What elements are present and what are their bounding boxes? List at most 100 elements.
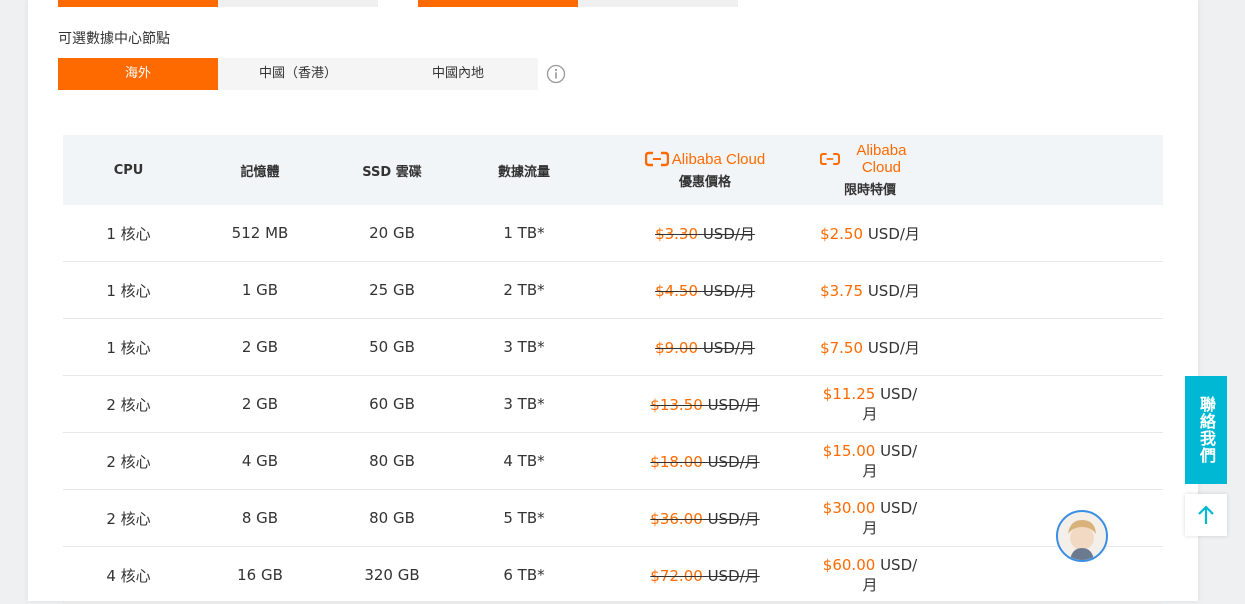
table-row: 1 核心 512 MB 20 GB 1 TB* $3.30 USD/月 $2.50 USD… [63, 205, 1163, 262]
cell-sale-price: $15.00 USD/月 [820, 442, 920, 481]
sale-price-amount: $7.50 [820, 338, 864, 357]
cell-original-price: $13.50 USD/月 [590, 394, 820, 415]
price-unit: USD/月 [707, 509, 760, 528]
price-unit: USD/月 [702, 224, 755, 243]
cell-ssd: 60 GB [369, 395, 415, 413]
cell-traffic: 2 TB* [503, 281, 545, 299]
alibaba-cloud-icon [644, 151, 669, 167]
cell-ssd: 50 GB [369, 338, 415, 356]
avatar-icon [1068, 520, 1096, 560]
cell-ssd: 80 GB [369, 509, 415, 527]
back-to-top-button[interactable] [1185, 494, 1227, 536]
cell-traffic: 3 TB* [503, 338, 545, 356]
cell-ssd: 80 GB [369, 452, 415, 470]
table-row: 1 核心 1 GB 25 GB 2 TB* $4.50 USD/月 $3.75 USD/月 [63, 262, 1163, 319]
cell-original-price: $72.00 USD/月 [590, 565, 820, 586]
cell-original-price: $18.00 USD/月 [590, 451, 820, 472]
cell-sale-price: $3.75 USD/月 [820, 280, 920, 301]
price-unit: USD/月 [707, 395, 760, 414]
alibaba-cloud-logo: Alibaba Cloud [644, 151, 765, 168]
cell-memory: 1 GB [241, 281, 279, 299]
original-price-amount: $4.50 [655, 281, 699, 300]
cell-traffic: 6 TB* [503, 566, 545, 584]
cell-sale-price: $11.25 USD/月 [820, 385, 920, 424]
cell-traffic: 1 TB* [503, 224, 545, 242]
cell-ssd: 25 GB [369, 281, 415, 299]
table-row: 4 核心 16 GB 320 GB 6 TB* $72.00 USD/月 $60.00 U… [63, 547, 1163, 604]
pricing-card: 可選數據中心節點 海外 中國（香港） 中國內地 CPU 記憶體 SSD 雲碟 數… [28, 0, 1198, 604]
pricing-table: CPU 記憶體 SSD 雲碟 數據流量 Alibaba Cloud 優惠價格 A… [63, 135, 1163, 604]
alibaba-cloud-logo: Alibaba Cloud [820, 142, 920, 176]
tab-stub[interactable] [218, 0, 378, 7]
cell-cpu: 2 核心 [106, 509, 151, 528]
original-price-amount: $36.00 [650, 509, 703, 528]
price-unit: USD/月 [867, 281, 920, 300]
original-price-amount: $18.00 [650, 452, 703, 471]
price-unit: USD/月 [707, 566, 760, 585]
cell-ssd: 320 GB [364, 566, 420, 584]
cell-cpu: 4 核心 [106, 566, 151, 585]
header-traffic: 數據流量 [497, 164, 550, 180]
cell-sale-price: $60.00 USD/月 [820, 556, 920, 595]
cell-memory: 512 MB [231, 224, 289, 242]
table-row: 2 核心 4 GB 80 GB 4 TB* $18.00 USD/月 $15.00 USD… [63, 433, 1163, 490]
tab-stub-active[interactable] [58, 0, 218, 7]
cell-original-price: $3.30 USD/月 [590, 223, 820, 244]
price-unit: USD/月 [707, 452, 760, 471]
sale-price-amount: $15.00 [822, 441, 876, 460]
arrow-up-icon [1198, 505, 1214, 524]
price-unit: USD/月 [702, 338, 755, 357]
sale-price-amount: $60.00 [822, 555, 876, 574]
cell-sale-price: $2.50 USD/月 [820, 223, 920, 244]
sale-price-amount: $11.25 [822, 384, 876, 403]
tab-hong-kong[interactable]: 中國（香港） [218, 58, 378, 90]
cell-sale-price: $7.50 USD/月 [820, 337, 920, 358]
tab-stub-active[interactable] [418, 0, 578, 7]
price-unit: USD/月 [867, 224, 920, 243]
original-price-amount: $72.00 [650, 566, 703, 585]
contact-us-button[interactable]: 聯絡我們 [1185, 376, 1227, 484]
cell-memory: 2 GB [241, 338, 279, 356]
cell-ssd: 20 GB [369, 224, 415, 242]
cell-memory: 2 GB [241, 395, 279, 413]
tab-mainland[interactable]: 中國內地 [378, 58, 538, 90]
original-price-amount: $3.30 [655, 224, 699, 243]
header-discount-price: Alibaba Cloud 優惠價格 [590, 151, 820, 190]
limited-price-label: 限時特價 [843, 183, 896, 198]
sale-price-amount: $30.00 [822, 498, 876, 517]
cell-memory: 4 GB [241, 452, 279, 470]
header-cpu: CPU [113, 162, 144, 178]
cell-traffic: 5 TB* [503, 509, 545, 527]
sale-price-amount: $3.75 [820, 281, 864, 300]
table-header: CPU 記憶體 SSD 雲碟 數據流量 Alibaba Cloud 優惠價格 A… [63, 135, 1163, 205]
tab-stub[interactable] [578, 0, 738, 7]
cell-cpu: 2 核心 [106, 395, 151, 414]
tab-overseas[interactable]: 海外 [58, 58, 218, 90]
header-limited-price: Alibaba Cloud 限時特價 [820, 142, 920, 198]
header-ssd: SSD 雲碟 [362, 164, 422, 180]
cell-cpu: 2 核心 [106, 452, 151, 471]
info-icon[interactable] [546, 64, 566, 84]
table-row: 2 核心 2 GB 60 GB 3 TB* $13.50 USD/月 $11.25 USD… [63, 376, 1163, 433]
cell-original-price: $9.00 USD/月 [590, 337, 820, 358]
cell-cpu: 1 核心 [106, 224, 151, 243]
cell-sale-price: $30.00 USD/月 [820, 499, 920, 538]
table-row: 1 核心 2 GB 50 GB 3 TB* $9.00 USD/月 $7.50 USD/月 [63, 319, 1163, 376]
discount-price-label: 優惠價格 [678, 174, 731, 190]
table-body: 1 核心 512 MB 20 GB 1 TB* $3.30 USD/月 $2.50 USD… [63, 205, 1163, 604]
sale-price-amount: $2.50 [820, 224, 864, 243]
avatar[interactable] [1056, 510, 1108, 562]
header-memory: 記憶體 [240, 164, 280, 180]
cell-memory: 8 GB [241, 509, 279, 527]
original-price-amount: $9.00 [655, 338, 699, 357]
cell-traffic: 3 TB* [503, 395, 545, 413]
original-price-amount: $13.50 [650, 395, 703, 414]
cell-original-price: $4.50 USD/月 [590, 280, 820, 301]
cell-traffic: 4 TB* [503, 452, 545, 470]
alibaba-cloud-icon [820, 153, 840, 165]
cell-original-price: $36.00 USD/月 [590, 508, 820, 529]
data-center-tabs: 海外 中國（香港） 中國內地 [58, 58, 538, 90]
cell-memory: 16 GB [237, 566, 283, 584]
price-unit: USD/月 [867, 338, 920, 357]
data-center-label: 可選數據中心節點 [58, 31, 170, 47]
